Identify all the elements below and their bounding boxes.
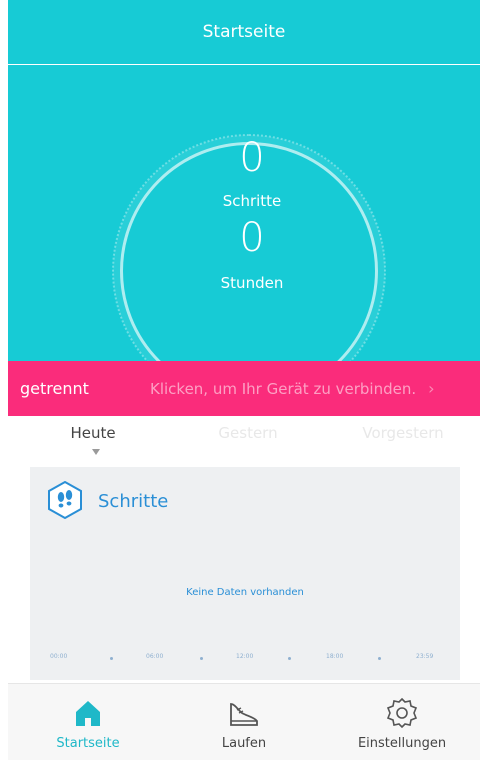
day-tabs: Heute Gestern Vorgestern [8, 424, 480, 464]
nav-item-laufen[interactable]: Laufen [184, 684, 304, 760]
axis-dot [110, 657, 113, 660]
time-tick: 00:00 [50, 653, 68, 660]
app-header: Startseite [8, 0, 480, 64]
page-title: Startseite [202, 22, 286, 42]
nav-label-laufen: Laufen [221, 736, 267, 751]
bottom-navigation: Startseite Laufen Einstellungen [8, 683, 480, 760]
connect-device-link[interactable]: Klicken, um Ihr Gerät zu verbinden. [150, 380, 416, 398]
nav-label-startseite: Startseite [56, 736, 120, 751]
time-tick: 18:00 [326, 653, 344, 660]
tab-day-before-yesterday[interactable]: Vorgestern [348, 424, 458, 442]
axis-dot [200, 657, 203, 660]
hours-value: 0 [239, 215, 265, 261]
nav-item-startseite[interactable]: Startseite [28, 684, 148, 760]
steps-card: Schritte Keine Daten vorhanden 00:00 06:… [30, 467, 460, 680]
tab-today[interactable]: Heute [48, 424, 138, 442]
nav-item-einstellungen[interactable]: Einstellungen [342, 684, 462, 760]
tab-yesterday[interactable]: Gestern [198, 424, 298, 442]
steps-value: 0 [239, 135, 265, 181]
steps-card-title: Schritte [98, 491, 169, 512]
footprints-icon [48, 481, 82, 519]
home-icon [76, 701, 100, 726]
hours-label: Stunden [220, 274, 284, 292]
time-tick: 23:59 [416, 653, 434, 660]
active-tab-indicator-icon [92, 449, 100, 455]
steps-label: Schritte [222, 192, 282, 210]
time-tick: 12:00 [236, 653, 254, 660]
time-tick: 06:00 [146, 653, 164, 660]
axis-dot [378, 657, 381, 660]
connect-device-banner[interactable]: getrennt Klicken, um Ihr Gerät zu verbin… [8, 361, 480, 416]
connection-status: getrennt [20, 379, 89, 398]
axis-dot [288, 657, 291, 660]
shoe-icon [230, 703, 258, 726]
chevron-right-icon: › [428, 379, 435, 398]
activity-summary: 0 Schritte 0 Stunden [8, 65, 480, 408]
no-data-message: Keine Daten vorhanden [186, 587, 304, 598]
time-axis: 00:00 06:00 12:00 18:00 23:59 [50, 653, 444, 667]
nav-label-einstellungen: Einstellungen [357, 736, 447, 751]
gear-icon [386, 697, 418, 729]
